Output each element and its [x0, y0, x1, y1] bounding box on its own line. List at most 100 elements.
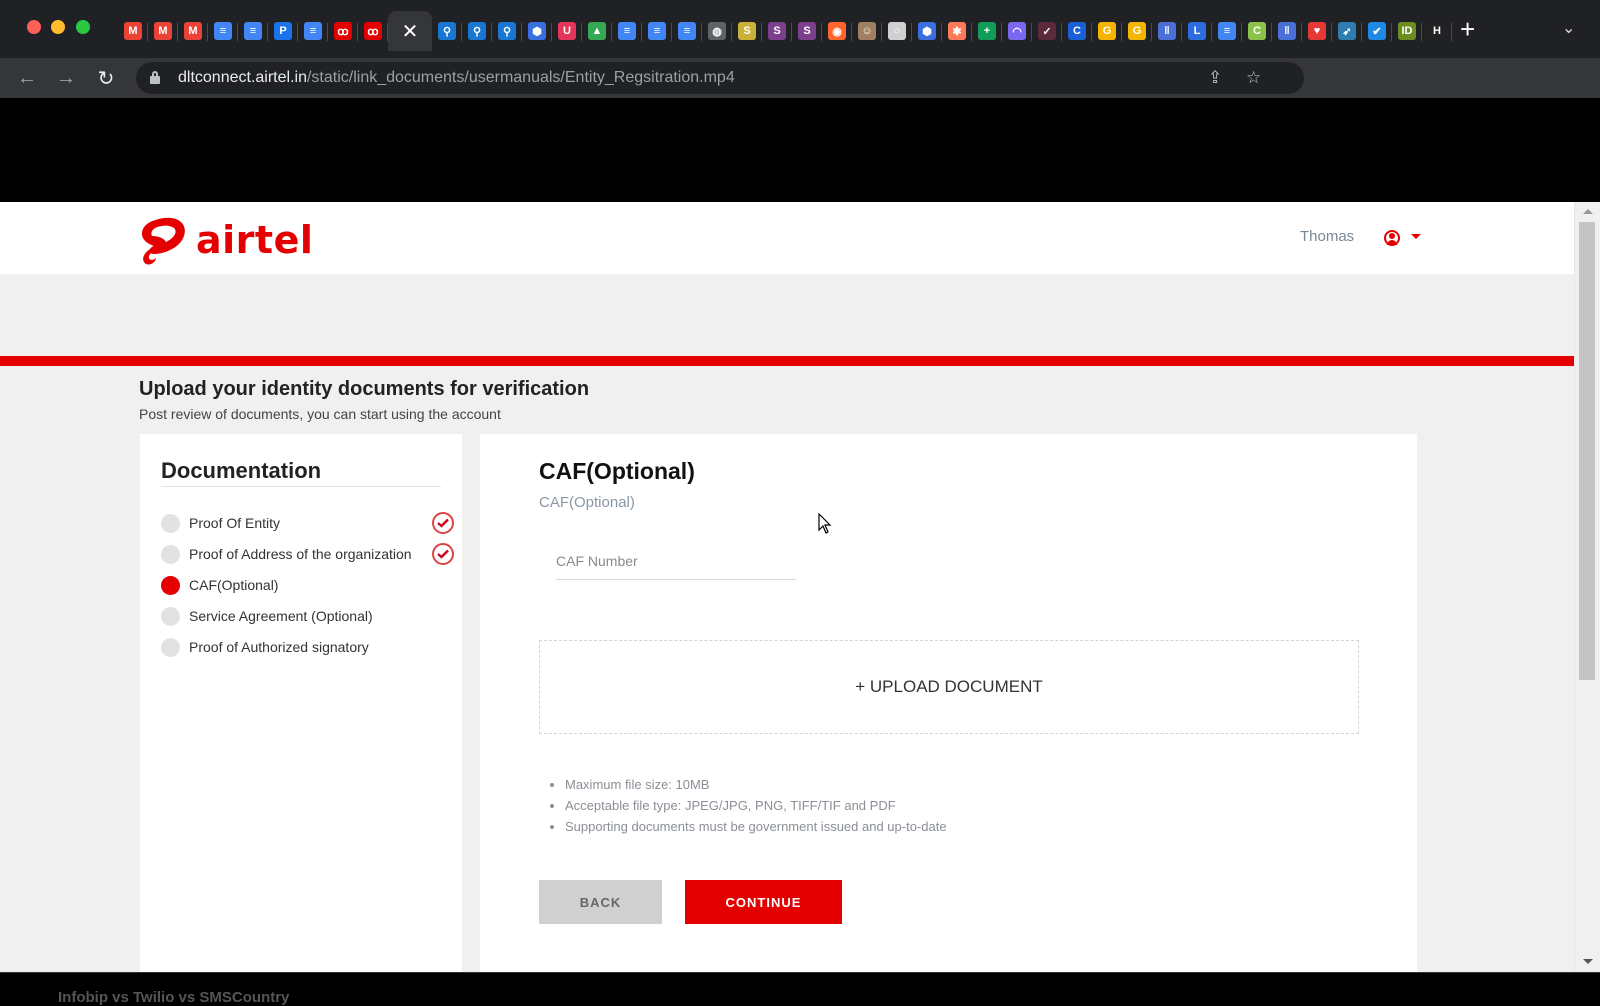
- section-subtitle: CAF(Optional): [539, 494, 635, 511]
- scroll-up-arrow-icon[interactable]: [1583, 209, 1593, 214]
- page-scrollbar[interactable]: [1574, 202, 1600, 972]
- google-docs-icon: ≡: [214, 22, 232, 40]
- browser-tab[interactable]: ⚲: [492, 11, 522, 51]
- browser-tab[interactable]: ≡: [238, 11, 268, 51]
- browser-tab[interactable]: H: [1422, 11, 1452, 51]
- browser-tab[interactable]: ≡: [1212, 11, 1242, 51]
- browser-tab[interactable]: ⚲: [432, 11, 462, 51]
- back-arrow-icon[interactable]: ←: [13, 64, 41, 92]
- bookmark-star-icon[interactable]: ☆: [1246, 68, 1261, 88]
- browser-tab[interactable]: ≡: [642, 11, 672, 51]
- step-dot-icon: [161, 606, 180, 626]
- browser-tab[interactable]: L: [1182, 11, 1212, 51]
- blue-check-icon: ✔: [1368, 22, 1386, 40]
- site-header: airtel Thomas: [0, 202, 1574, 274]
- browser-tab[interactable]: ✓: [1032, 11, 1062, 51]
- browser-tab[interactable]: M: [118, 11, 148, 51]
- step-item[interactable]: Proof of Address of the organization: [161, 543, 412, 565]
- browser-tab[interactable]: S: [762, 11, 792, 51]
- chevron-down-icon[interactable]: [1411, 234, 1421, 239]
- window-zoom-button[interactable]: [76, 20, 90, 34]
- browser-tab[interactable]: ꝏ: [328, 11, 358, 51]
- browser-tab[interactable]: ⬢: [912, 11, 942, 51]
- window-close-button[interactable]: [27, 20, 41, 34]
- google-docs-icon: ≡: [244, 22, 262, 40]
- browser-tab[interactable]: ⚲: [462, 11, 492, 51]
- browser-tab[interactable]: ◉: [822, 11, 852, 51]
- scrollbar-thumb[interactable]: [1579, 222, 1595, 680]
- step-dot-icon: [161, 513, 180, 533]
- step-item[interactable]: Proof of Authorized signatory: [161, 636, 369, 658]
- checkmark-circle-icon: [432, 512, 454, 534]
- new-tab-button[interactable]: +: [1460, 14, 1475, 44]
- browser-tab[interactable]: M: [178, 11, 208, 51]
- step-item[interactable]: Proof Of Entity: [161, 512, 280, 534]
- browser-tab[interactable]: G: [1092, 11, 1122, 51]
- step-item[interactable]: CAF(Optional): [161, 574, 278, 596]
- id-icon: ID: [1398, 22, 1416, 40]
- browser-tab[interactable]: S: [792, 11, 822, 51]
- browser-tab[interactable]: S: [732, 11, 762, 51]
- logo-text: airtel: [196, 218, 314, 262]
- close-icon[interactable]: ✕: [402, 19, 419, 44]
- share-icon[interactable]: ⇪: [1208, 68, 1222, 88]
- reload-icon[interactable]: ↻: [92, 64, 120, 92]
- browser-tab[interactable]: P: [268, 11, 298, 51]
- user-name[interactable]: Thomas: [1300, 228, 1354, 245]
- g-yellow-icon: G: [1098, 22, 1116, 40]
- hexagon-icon: ⬢: [918, 22, 936, 40]
- browser-tab[interactable]: ✔: [1362, 11, 1392, 51]
- red-u-icon: U: [558, 22, 576, 40]
- user-account-icon[interactable]: [1384, 230, 1400, 246]
- airtel-icon: ꝏ: [334, 22, 352, 40]
- step-dot-icon: [161, 544, 180, 564]
- browser-tab[interactable]: C: [1242, 11, 1272, 51]
- g-yellow-icon: G: [1128, 22, 1146, 40]
- browser-tab[interactable]: ǁ: [1272, 11, 1302, 51]
- forward-arrow-icon[interactable]: →: [52, 64, 80, 92]
- browser-tab[interactable]: ≡: [672, 11, 702, 51]
- browser-tab[interactable]: ◠: [1002, 11, 1032, 51]
- url-host: dltconnect.airtel.in: [178, 69, 307, 86]
- browser-tab[interactable]: M: [148, 11, 178, 51]
- browser-tab[interactable]: ǁ: [1152, 11, 1182, 51]
- step-label: Proof Of Entity: [189, 515, 281, 531]
- browser-tab[interactable]: C: [1062, 11, 1092, 51]
- requirement-item: Maximum file size: 10MB: [565, 774, 947, 795]
- caf-number-input[interactable]: [556, 542, 796, 580]
- browser-tab[interactable]: G: [1122, 11, 1152, 51]
- url-text[interactable]: dltconnect.airtel.in/static/link_documen…: [178, 69, 735, 87]
- browser-tab[interactable]: ☺: [852, 11, 882, 51]
- browser-tab[interactable]: ⬢: [522, 11, 552, 51]
- hubspot-icon: ✱: [948, 22, 966, 40]
- browser-tab[interactable]: ◍: [702, 11, 732, 51]
- browser-tab[interactable]: ▲: [582, 11, 612, 51]
- browser-tab[interactable]: ♥: [1302, 11, 1332, 51]
- scroll-down-arrow-icon[interactable]: [1583, 959, 1593, 964]
- browser-tab[interactable]: ✱: [942, 11, 972, 51]
- browser-tab-active[interactable]: ✕: [388, 11, 432, 51]
- brand-divider: [0, 356, 1574, 366]
- hexagon-icon: ⬢: [528, 22, 546, 40]
- browser-tab[interactable]: ꝏ: [358, 11, 388, 51]
- plane-icon: ➶: [1338, 22, 1356, 40]
- browser-tab[interactable]: ≡: [612, 11, 642, 51]
- back-button[interactable]: BACK: [539, 880, 662, 924]
- step-label: Service Agreement (Optional): [189, 608, 373, 624]
- browser-tab[interactable]: U: [552, 11, 582, 51]
- browser-tab[interactable]: ID: [1392, 11, 1422, 51]
- browser-tab[interactable]: ≡: [208, 11, 238, 51]
- browser-tab[interactable]: +: [972, 11, 1002, 51]
- section-title: CAF(Optional): [539, 458, 695, 484]
- google-docs-icon: ≡: [618, 22, 636, 40]
- browser-tab[interactable]: ○: [882, 11, 912, 51]
- continue-button[interactable]: CONTINUE: [685, 880, 842, 924]
- browser-tab[interactable]: ≡: [298, 11, 328, 51]
- window-minimize-button[interactable]: [51, 20, 65, 34]
- browser-tab[interactable]: ➶: [1332, 11, 1362, 51]
- address-bar[interactable]: dltconnect.airtel.in/static/link_documen…: [136, 62, 1304, 94]
- upload-document-dropzone[interactable]: + UPLOAD DOCUMENT: [539, 640, 1359, 734]
- tab-search-button[interactable]: ⌄: [1562, 18, 1575, 38]
- step-item[interactable]: Service Agreement (Optional): [161, 605, 373, 627]
- airtel-logo[interactable]: airtel: [134, 214, 313, 266]
